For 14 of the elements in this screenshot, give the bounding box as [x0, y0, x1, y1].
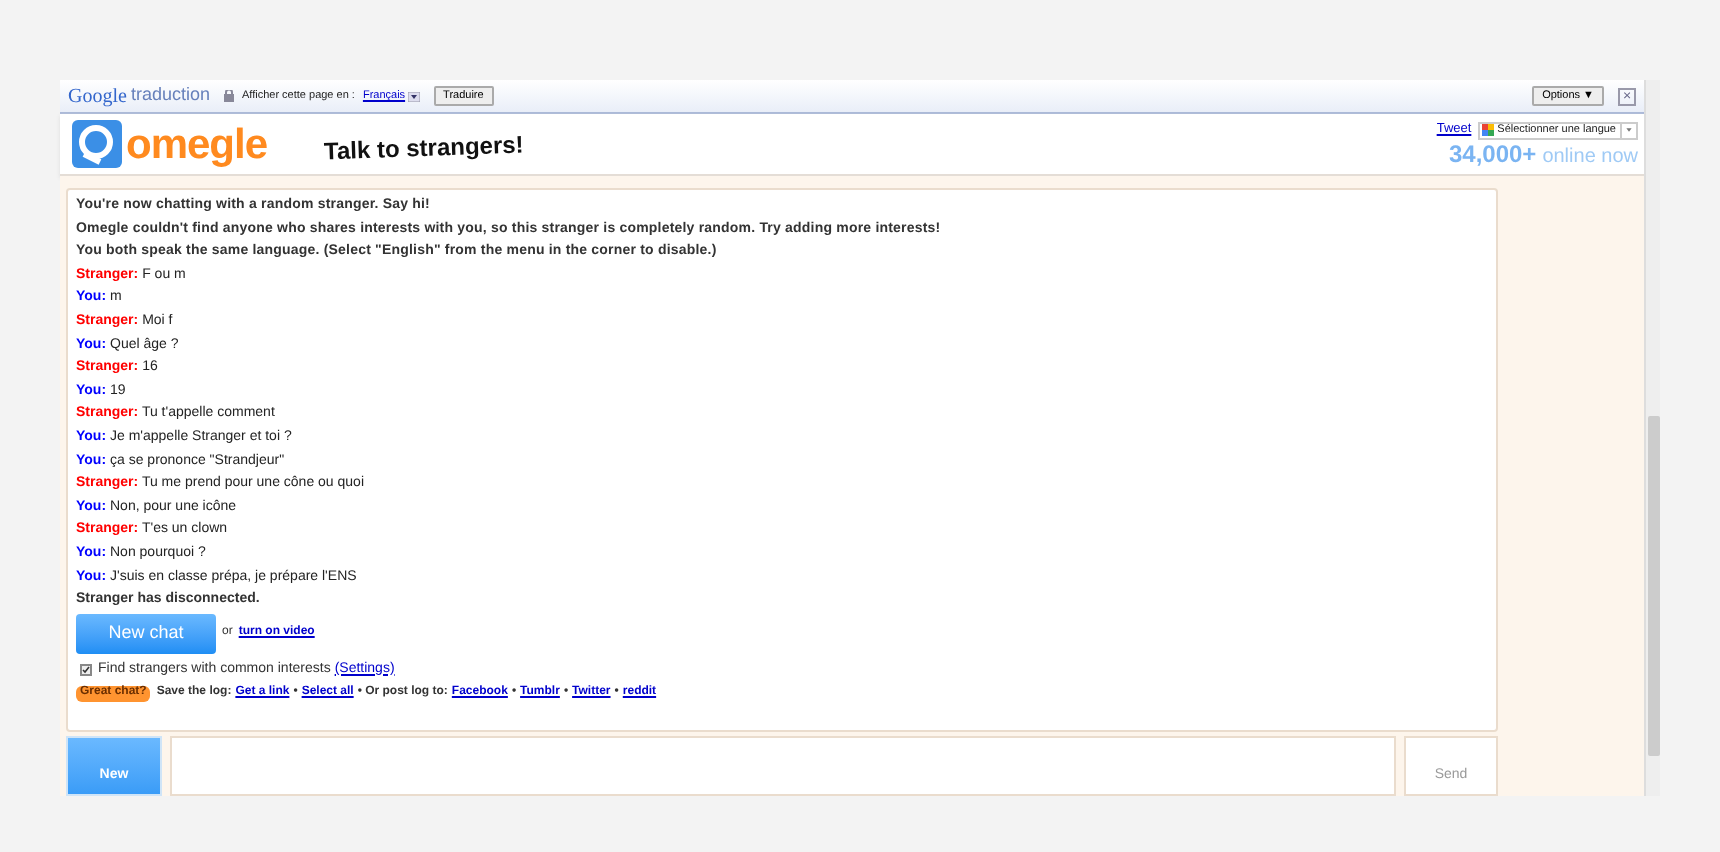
online-label: online now — [1542, 147, 1638, 168]
caret-icon — [407, 91, 420, 101]
interests-checkbox[interactable] — [80, 663, 92, 676]
google-icon — [1481, 124, 1494, 136]
check-icon — [82, 665, 90, 674]
google-logo: Google — [68, 83, 127, 111]
lock-icon — [223, 90, 234, 102]
product-name: traduction — [130, 82, 210, 109]
logo-icon — [72, 120, 122, 168]
caret-icon — [1620, 122, 1636, 138]
tagline: Talk to strangers! — [322, 128, 524, 170]
logo-text: omegle — [126, 123, 268, 165]
online-count: 34,000+ — [1448, 141, 1537, 166]
message-input[interactable] — [170, 736, 1396, 796]
